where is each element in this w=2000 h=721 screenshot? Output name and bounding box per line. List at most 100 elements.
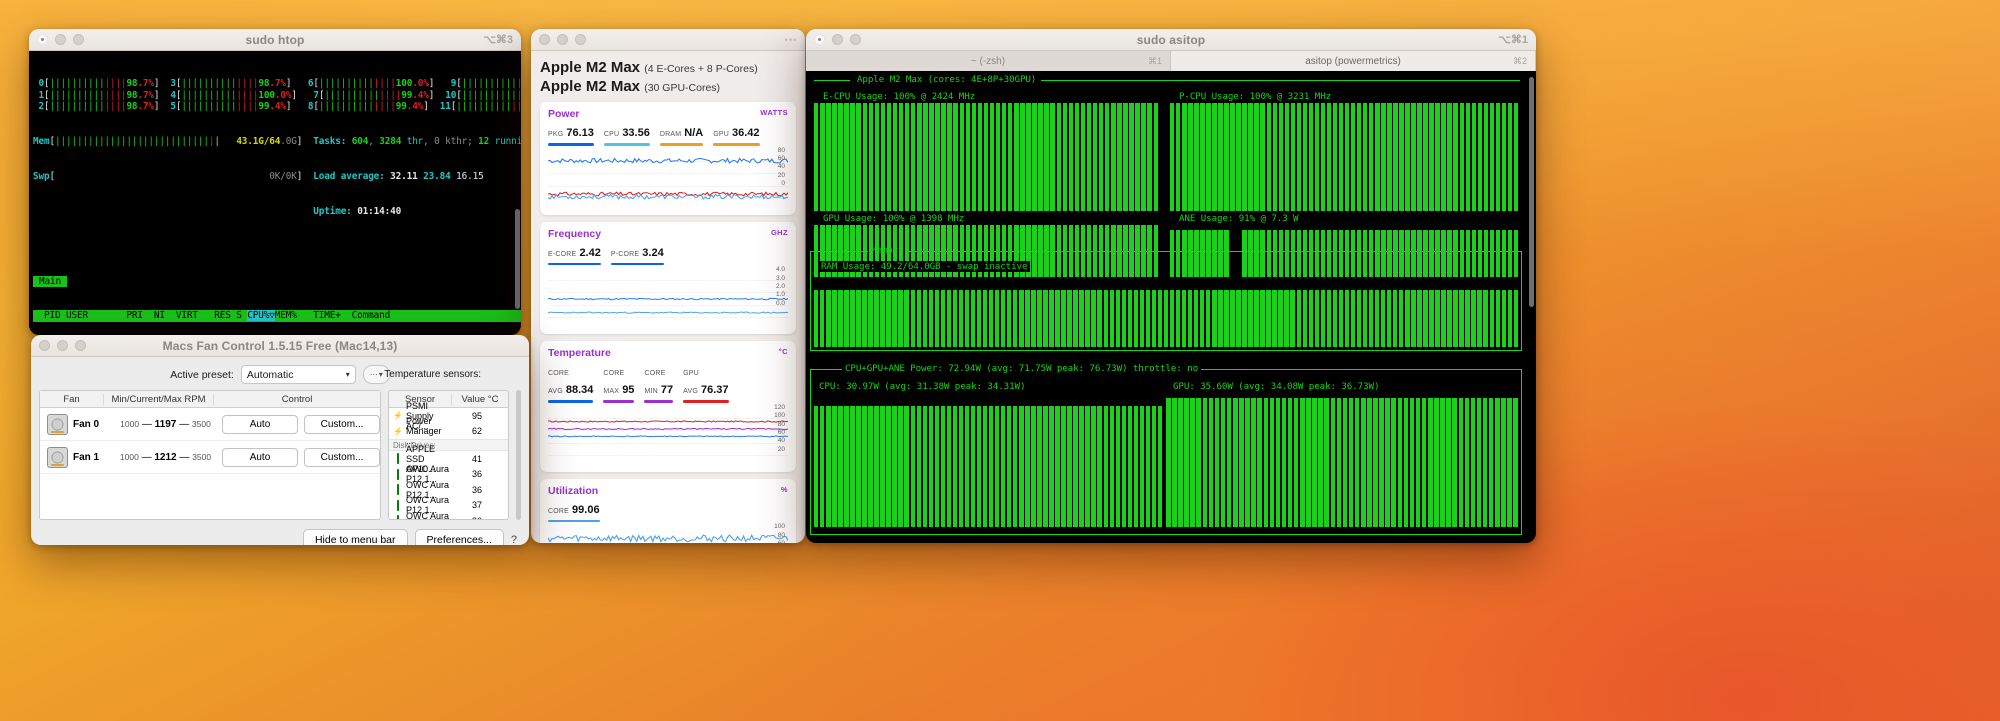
asitop-minimize-button[interactable]: [832, 34, 843, 45]
metric-value: 88.34: [565, 384, 594, 397]
asitop-gauge-bars-p-cpu-usage: [1170, 103, 1519, 211]
htop-tab-bar[interactable]: Main: [29, 275, 521, 288]
htop-terminal[interactable]: 0[||||||||||||||98.7%] 3[||||||||||||||9…: [29, 51, 521, 335]
asitop-gauge-label-p-cpu-usage: P-CPU Usage: 100% @ 3231 MHz: [1176, 91, 1335, 102]
asitop-cpu-power-bars: [814, 393, 1163, 527]
stats-metric-power-0: PKG 76.13: [548, 123, 594, 146]
sensor-row[interactable]: OWC Aura P12 1...36: [389, 510, 508, 520]
fan-rpm: 1000 — 1212 — 3500: [119, 451, 212, 463]
metric-value: N/A: [684, 127, 704, 139]
stats-card-frequency[interactable]: Frequency GHZ E-CORE 2.42 P-CORE 3.24 4.0 3.0 2.…: [540, 221, 796, 335]
macs-fan-control-window[interactable]: Macs Fan Control 1.5.15 Free (Mac14,13) …: [31, 335, 529, 545]
mfc-fan-table[interactable]: Fan Min/Current/Max RPM Control Fan 0 100…: [39, 390, 381, 520]
fan-auto-button[interactable]: Auto: [222, 414, 298, 434]
asitop-window-controls[interactable]: [814, 34, 861, 45]
window-controls[interactable]: [37, 34, 84, 45]
stats-graph-utilization: 100806040200: [548, 523, 788, 543]
sensor-row[interactable]: ⚡ Power Manager ... 62: [389, 416, 508, 446]
htop-window-title: sudo htop: [245, 32, 305, 47]
col-fan: Fan: [40, 393, 104, 405]
mfc-titlebar[interactable]: Macs Fan Control 1.5.15 Free (Mac14,13): [31, 335, 529, 357]
fan-current: 1212: [154, 451, 177, 463]
fan-name: Fan 0: [73, 418, 100, 430]
minimize-button[interactable]: [55, 34, 66, 45]
mfc-close-button[interactable]: [39, 340, 50, 351]
stats-card-utilization[interactable]: Utilization% CORE99.06 100806040200: [540, 478, 796, 543]
metric-bar: [659, 143, 704, 146]
stats-metric-temperature-1: CORE MAX 95: [603, 362, 635, 403]
stats-minimize-button[interactable]: [557, 34, 568, 45]
close-button[interactable]: [37, 34, 48, 45]
htop-tab-main[interactable]: Main: [33, 275, 67, 287]
mfc-minimize-button[interactable]: [57, 340, 68, 351]
fan-name: Fan 1: [73, 451, 100, 463]
stats-window-controls[interactable]: [539, 34, 586, 45]
asitop-zoom-button[interactable]: [850, 34, 861, 45]
fan-custom-button[interactable]: Custom...: [304, 447, 380, 467]
chevron-down-icon: ▾: [378, 370, 383, 379]
fan-row[interactable]: Fan 0 1000 — 1197 — 3500 Auto Custom...: [40, 408, 380, 441]
stats-close-button[interactable]: [539, 34, 550, 45]
mfc-preset-label: Active preset:: [170, 368, 234, 381]
help-icon[interactable]: ?: [511, 534, 517, 545]
stats-card-unit-utilization: %: [780, 484, 788, 494]
stats-card-temperature[interactable]: Temperature °C CORE AVG 88.34 CORE MAX 95 CORE MI…: [540, 341, 796, 472]
stats-more-icon[interactable]: ⋯: [784, 32, 797, 48]
asitop-scrollbar[interactable]: [1529, 77, 1534, 307]
asitop-gauge-bars-e-cpu-usage: [814, 103, 1158, 211]
asitop-close-button[interactable]: [814, 34, 825, 45]
htop-mem-row: Mem[|||||||||||||||||||||||||||||| 43.1G…: [33, 136, 521, 148]
asitop-terminal[interactable]: Apple M2 Max (cores: 4E+8P+30GPU) Memory…: [806, 71, 1536, 543]
stats-gpu-heading: Apple M2 Max (30 GPU-Cores): [540, 78, 796, 95]
mfc-zoom-button[interactable]: [75, 340, 86, 351]
metric-bar: [603, 400, 635, 403]
mfc-sensor-scrollbar[interactable]: [516, 390, 521, 520]
htop-column-header[interactable]: PID USER PRI NI VIRT RES S CPU%▽MEM% TIM…: [29, 310, 521, 323]
asitop-tab-bar[interactable]: ~ (-zsh) ⌘1 asitop (powermetrics) ⌘2: [806, 51, 1536, 71]
mfc-preset-select[interactable]: Automatic ▾: [240, 365, 356, 384]
metric-value: 77: [660, 384, 674, 397]
stats-gpu-name: Apple M2 Max: [540, 78, 641, 95]
asitop-tab-0[interactable]: ~ (-zsh) ⌘1: [806, 51, 1171, 71]
asitop-window[interactable]: sudo asitop ⌥⌘1 ~ (-zsh) ⌘1 asitop (powerm…: [806, 29, 1536, 543]
stats-window[interactable]: ⋯ Apple M2 Max (4 E-Cores + 8 P-Cores) A…: [531, 29, 805, 543]
mfc-preset-value: Automatic: [246, 368, 294, 381]
mfc-window-title: Macs Fan Control 1.5.15 Free (Mac14,13): [162, 338, 398, 353]
asitop-tab-1[interactable]: asitop (powermetrics) ⌘2: [1171, 51, 1536, 71]
fan-custom-button[interactable]: Custom...: [304, 414, 380, 434]
metric-bar: [603, 143, 650, 146]
htop-swp-row: Swp[ 0K/0K] Load average: 32.11 23.84 16…: [33, 170, 484, 182]
mfc-sensors-title: Temperature sensors:: [384, 369, 481, 380]
fan-row[interactable]: Fan 1 1000 — 1212 — 3500 Auto Custom...: [40, 441, 380, 474]
stats-card-power[interactable]: Power WATTS PKG 76.13 CPU 33.56 DRAM N/A GPU 36.4…: [540, 102, 796, 215]
htop-window[interactable]: sudo htop ⌥⌘3 0[||||||||||||||98.7%] 3[|…: [29, 29, 521, 335]
stats-metric-temperature-3: GPU AVG 76.37: [683, 362, 729, 403]
stats-metric-frequency-0: E-CORE 2.42: [548, 243, 601, 266]
stats-card-unit-temperature: °C: [778, 347, 788, 357]
mfc-window-controls[interactable]: [39, 340, 86, 351]
fan-auto-button[interactable]: Auto: [222, 447, 298, 467]
hide-to-menu-bar-button[interactable]: Hide to menu bar: [302, 529, 408, 545]
asitop-titlebar[interactable]: sudo asitop ⌥⌘1: [806, 29, 1536, 51]
stats-metrics-frequency: E-CORE 2.42 P-CORE 3.24: [548, 243, 788, 266]
fan-min: 1000: [119, 451, 139, 462]
sensor-value: 41: [471, 453, 482, 464]
drive-icon: [393, 515, 403, 519]
asitop-tab-label: ~ (-zsh): [970, 55, 1006, 67]
sensor-name: OWC Aura P12 1...: [406, 510, 450, 520]
fan-icon: [47, 446, 68, 468]
htop-titlebar[interactable]: sudo htop ⌥⌘3: [29, 29, 521, 51]
stats-metrics-temperature: CORE AVG 88.34 CORE MAX 95 CORE MIN 77 GPU AVG 76.3…: [548, 362, 788, 403]
preferences-button[interactable]: Preferences...: [414, 529, 504, 545]
zoom-button[interactable]: [73, 34, 84, 45]
htop-scrollbar[interactable]: [515, 209, 520, 309]
metric-label: GPU AVG: [683, 370, 699, 396]
ellipsis-icon: ⋯: [369, 370, 378, 379]
stats-card-unit-frequency: GHZ: [770, 227, 788, 237]
stats-zoom-button[interactable]: [575, 34, 586, 45]
htop-uptime-row: Uptime: 01:14:40: [313, 205, 402, 217]
mfc-sensor-table[interactable]: Sensor Value °C ⚡ PSMI Supply AC/... 95 ⚡ Po…: [388, 390, 509, 520]
stats-card-title-power: Power: [548, 108, 580, 120]
metric-label: DRAM: [659, 131, 682, 138]
stats-titlebar[interactable]: ⋯: [531, 29, 805, 51]
